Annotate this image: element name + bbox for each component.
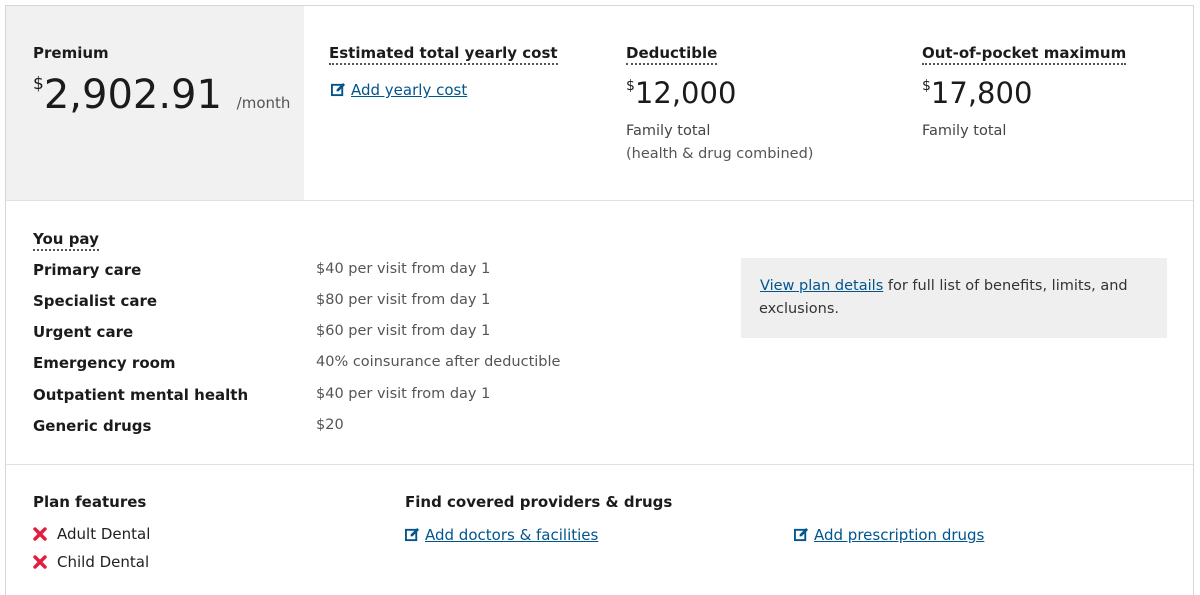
benefit-label: Urgent care [33,323,134,341]
plan-card: Premium $2,902.91 /month Estimated total… [5,5,1194,595]
oop-label-text: Out-of-pocket maximum [922,44,1127,65]
divider [6,200,1193,201]
oop-label: Out-of-pocket maximum [922,44,1127,65]
you-pay-heading-text: You pay [33,230,99,251]
edit-icon [331,82,346,97]
view-plan-details-link[interactable]: View plan details [760,278,883,294]
premium-period: /month [236,94,291,112]
you-pay-heading: You pay [33,230,99,251]
benefit-value: $60 per visit from day 1 [316,323,491,339]
deductible-label-text: Deductible [626,44,718,65]
benefit-label: Specialist care [33,292,158,310]
benefit-label: Emergency room [33,354,176,372]
benefit-value: 40% coinsurance after deductible [316,354,561,370]
x-icon [33,527,47,541]
deductible-sub2: (health & drug combined) [626,146,814,162]
oop-value: 17,800 [930,76,1033,110]
oop-amount: $17,800 [922,76,1032,110]
feature-child-dental: Child Dental [33,553,149,571]
premium-amount: $2,902.91 /month [33,72,290,118]
feature-adult-dental: Adult Dental [33,525,150,543]
plan-details-box: View plan details for full list of benef… [741,258,1167,338]
feature-label: Adult Dental [57,525,151,543]
benefit-value: $80 per visit from day 1 [316,292,491,308]
yearly-cost-label: Estimated total yearly cost [329,44,558,65]
benefit-value: $40 per visit from day 1 [316,386,491,402]
edit-icon [794,527,809,542]
add-yearly-cost-link[interactable]: Add yearly cost [331,80,467,99]
benefit-value: $40 per visit from day 1 [316,261,491,277]
benefit-value: $20 [316,417,344,433]
premium-label: Premium [33,44,109,62]
premium-value: 2,902.91 [43,72,222,118]
deductible-sub1: Family total [626,123,711,139]
divider [6,464,1193,465]
benefit-label: Primary care [33,261,142,279]
benefit-label: Outpatient mental health [33,386,249,404]
edit-icon [405,527,420,542]
deductible-label: Deductible [626,44,718,65]
oop-sub1: Family total [922,123,1007,139]
benefit-label: Generic drugs [33,417,152,435]
deductible-value: 12,000 [634,76,737,110]
add-doctors-link[interactable]: Add doctors & facilities [405,525,598,544]
add-drugs-link[interactable]: Add prescription drugs [794,525,984,544]
oop-currency: $ [922,78,931,94]
deductible-currency: $ [626,78,635,94]
premium-currency: $ [33,74,44,94]
add-doctors-text[interactable]: Add doctors & facilities [425,526,598,544]
yearly-cost-label-text: Estimated total yearly cost [329,44,558,65]
find-heading: Find covered providers & drugs [405,493,673,511]
plan-features-heading: Plan features [33,493,147,511]
x-icon [33,555,47,569]
add-drugs-text[interactable]: Add prescription drugs [814,526,984,544]
deductible-amount: $12,000 [626,76,736,110]
feature-label: Child Dental [57,553,150,571]
add-yearly-cost-text[interactable]: Add yearly cost [351,81,467,99]
